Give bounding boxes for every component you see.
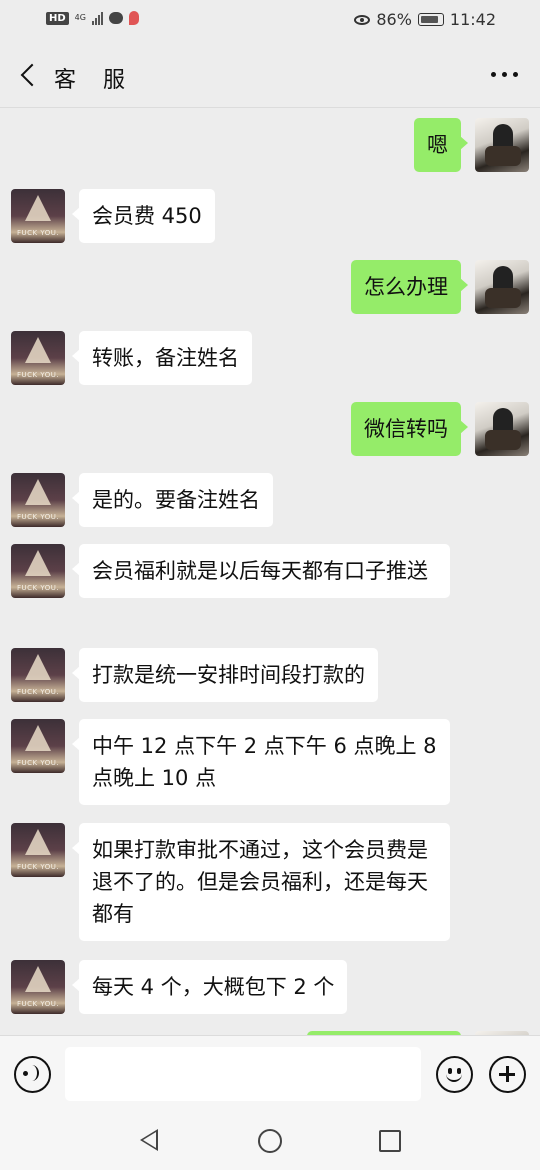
support-avatar[interactable]: FUCK YOU. [11, 648, 65, 702]
avatar-caption: FUCK YOU. [17, 513, 60, 521]
avatar-caption: FUCK YOU. [17, 371, 60, 379]
support-avatar[interactable]: FUCK YOU. [11, 719, 65, 773]
incoming-message[interactable]: 会员费 450 [72, 189, 215, 243]
avatar-caption: FUCK YOU. [17, 584, 60, 592]
support-avatar[interactable]: FUCK YOU. [11, 823, 65, 877]
user-avatar[interactable] [475, 402, 529, 456]
message-input[interactable] [65, 1047, 421, 1101]
avatar-caption: FUCK YOU. [17, 1000, 60, 1008]
status-right: 86% 11:42 [354, 10, 496, 29]
nav-back-icon[interactable] [140, 1129, 158, 1151]
outgoing-message[interactable]: 微信转吗 [351, 402, 468, 456]
more-icon[interactable] [491, 72, 518, 77]
avatar-caption: FUCK YOU. [17, 229, 60, 237]
avatar-caption: FUCK YOU. [17, 688, 60, 696]
battery-fill [420, 16, 438, 23]
support-avatar[interactable]: FUCK YOU. [11, 189, 65, 243]
support-avatar[interactable]: FUCK YOU. [11, 473, 65, 527]
title-bar: 客 服 [0, 42, 540, 108]
system-nav-bar [0, 1111, 540, 1170]
incoming-message[interactable]: 会员福利就是以后每天都有口子推送 [72, 544, 450, 598]
voice-icon[interactable] [14, 1056, 51, 1093]
hd-badge: HD [46, 11, 69, 25]
clock: 11:42 [449, 10, 496, 29]
input-bar [0, 1035, 540, 1111]
outgoing-message[interactable]: 怎么办理 [351, 260, 468, 314]
location-notification-icon [128, 11, 139, 25]
status-left: HD 4G [46, 11, 139, 25]
eye-comfort-icon [354, 14, 371, 25]
plus-icon[interactable] [489, 1056, 526, 1093]
chat-title: 客 服 [54, 68, 135, 93]
nav-recent-icon[interactable] [379, 1130, 401, 1152]
outgoing-message[interactable]: 嗯 [414, 118, 468, 172]
network-label: 4G [74, 13, 86, 22]
support-avatar[interactable]: FUCK YOU. [11, 331, 65, 385]
incoming-message[interactable]: 转账，备注姓名 [72, 331, 252, 385]
incoming-message[interactable]: 如果打款审批不通过，这个会员费是退不了的。但是会员福利，还是每天都有 [72, 823, 450, 941]
battery-percent: 86% [376, 10, 412, 29]
status-bar: HD 4G 86% 11:42 [0, 0, 540, 42]
incoming-message[interactable]: 打款是统一安排时间段打款的 [72, 648, 378, 702]
nav-home-icon[interactable] [258, 1129, 282, 1153]
chat-area[interactable]: 嗯 FUCK YOU. 会员费 450 怎么办理 FUCK YOU. 转账，备注… [0, 109, 540, 1035]
signal-icon [91, 11, 103, 25]
battery-icon [417, 13, 444, 26]
incoming-message[interactable]: 中午 12 点下午 2 点下午 6 点晚上 8 点晚上 10 点 [72, 719, 450, 805]
user-avatar[interactable] [475, 260, 529, 314]
message-notification-icon [108, 12, 123, 24]
avatar-caption: FUCK YOU. [17, 759, 60, 767]
user-avatar[interactable] [475, 118, 529, 172]
support-avatar[interactable]: FUCK YOU. [11, 544, 65, 598]
incoming-message[interactable]: 每天 4 个，大概包下 2 个 [71, 960, 348, 1014]
incoming-message[interactable]: 是的。要备注姓名 [72, 473, 273, 527]
avatar-caption: FUCK YOU. [17, 863, 60, 871]
back-arrow-icon[interactable] [14, 60, 44, 90]
emoji-icon[interactable] [436, 1056, 473, 1093]
support-avatar[interactable]: FUCK YOU. [11, 960, 65, 1014]
